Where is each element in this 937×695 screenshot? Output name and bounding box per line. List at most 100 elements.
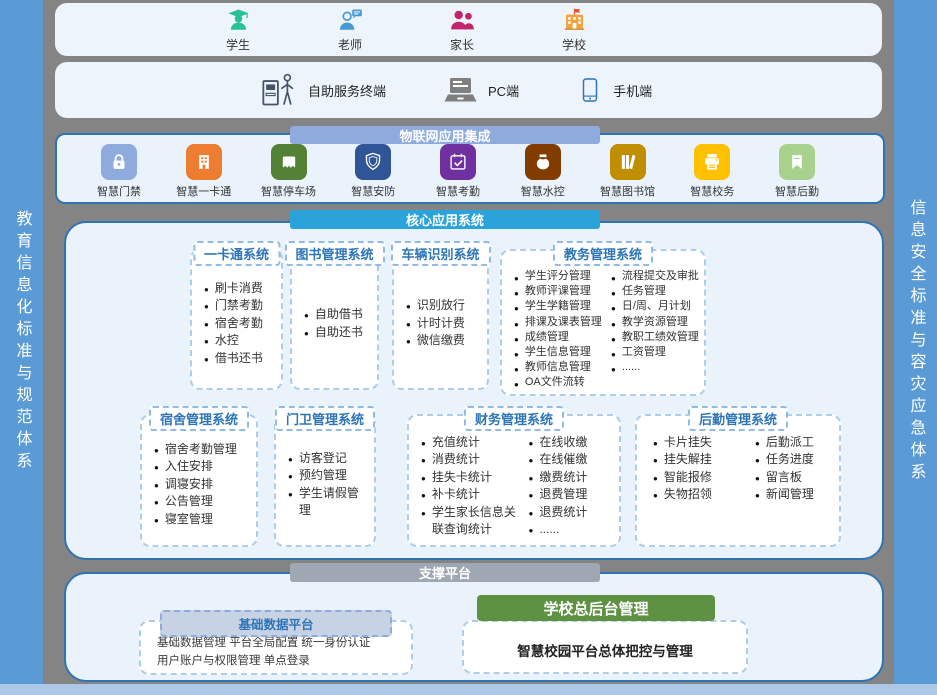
support-panel: 基础数据平台 基础数据管理 平台全局配置 统一身份认证 用户账户与权限管理 单点…	[64, 572, 884, 682]
iot-item-attendance: 智慧考勤	[428, 144, 488, 199]
list-item: 流程提交及审批	[611, 269, 700, 284]
list-item: 学生信息管理	[514, 345, 603, 360]
water-pot-icon	[532, 151, 554, 173]
list-item: 挂失卡统计	[421, 469, 520, 486]
academic-feature-list-left: 学生评分管理教师评课管理学生学籍管理排课及课表管理成绩管理学生信息管理教师信息管…	[514, 269, 603, 388]
list-item: 成绩管理	[514, 330, 603, 345]
iot-item-water: 智慧水控	[513, 144, 573, 199]
terminal-label: 手机端	[613, 81, 652, 100]
card-title: 门卫管理系统	[275, 406, 375, 431]
card-library-system: 图书管理系统 自助借书自助还书	[290, 249, 379, 390]
iot-item-onecard: 智慧一卡通	[174, 144, 234, 199]
list-item: 自助还书	[304, 324, 373, 341]
support-banner: 支撑平台	[290, 563, 600, 582]
user-label: 老师	[338, 36, 362, 53]
list-item: 教师信息管理	[514, 360, 603, 375]
iot-item-security: 智慧安防	[343, 144, 403, 199]
list-item: 失物招领	[653, 486, 733, 503]
bottom-strip	[0, 684, 937, 695]
base-platform-title: 基础数据平台	[160, 610, 392, 637]
card-finance-system: 财务管理系统 充值统计消费统计挂失卡统计补卡统计学生家长信息关联查询统计 在线收…	[407, 414, 621, 547]
card-title: 财务管理系统	[464, 406, 564, 431]
list-item: 学生评分管理	[514, 269, 603, 284]
admin-banner: 学校总后台管理	[477, 595, 715, 621]
smart-campus-architecture-diagram: 教育信息化标准与规范体系 信息安全标准与容灾应急体系 学生	[0, 0, 937, 695]
academic-feature-list-right: 流程提交及审批任务管理日/周、月计划教学资源管理教职工绩效管理工资管理.....…	[611, 269, 700, 388]
user-group-student: 学生	[207, 7, 269, 53]
list-item: 在线催缴	[528, 451, 615, 468]
finance-feature-list-left: 充值统计消费统计挂失卡统计补卡统计学生家长信息关联查询统计	[421, 434, 520, 539]
admin-platform-content: 智慧校园平台总体把控与管理	[464, 622, 746, 672]
iot-label: 智慧一卡通	[176, 183, 231, 199]
user-label: 学校	[562, 36, 586, 53]
list-item: 留言板	[755, 469, 835, 486]
list-item: 任务管理	[611, 284, 700, 299]
list-item: 调寝安排	[154, 476, 252, 493]
printer-icon	[701, 151, 723, 173]
card-title: 车辆识别系统	[390, 241, 490, 266]
list-item: 学生请假管理	[288, 485, 370, 520]
right-standard-bar: 信息安全标准与容灾应急体系	[894, 0, 937, 684]
list-item: 计时计费	[406, 315, 483, 332]
card-title: 宿舍管理系统	[149, 406, 249, 431]
iot-label: 智慧安防	[351, 183, 395, 199]
list-item: 宿舍考勤管理	[154, 441, 252, 458]
ribbon-icon	[786, 151, 808, 173]
card-title: 教务管理系统	[553, 241, 653, 266]
card-admin-platform: 智慧校园平台总体把控与管理	[462, 620, 748, 674]
iot-item-school-affairs: 智慧校务	[682, 144, 742, 199]
iot-item-parking: 智慧停车场	[259, 144, 319, 199]
card-title: 后勤管理系统	[688, 406, 788, 431]
list-item: 水控	[204, 332, 277, 349]
gate-feature-list: 访客登记预约管理学生请假管理	[288, 450, 370, 520]
list-item: 后勤派工	[755, 434, 835, 451]
user-label: 家长	[450, 36, 474, 53]
list-item: 任务进度	[755, 451, 835, 468]
teacher-icon	[337, 7, 364, 34]
books-icon	[617, 151, 639, 173]
iot-label: 智慧图书馆	[600, 183, 655, 199]
card-base-data-platform: 基础数据平台 基础数据管理 平台全局配置 统一身份认证 用户账户与权限管理 单点…	[139, 620, 413, 675]
base-platform-line2: 用户账户与权限管理 单点登录	[157, 652, 411, 670]
logistics-feature-list-right: 后勤派工任务进度留言板新闻管理	[755, 434, 835, 539]
card-title: 图书管理系统	[284, 241, 384, 266]
list-item: 新闻管理	[755, 486, 835, 503]
attendance-tile	[440, 144, 476, 180]
terminals-panel: 自助服务终端 PC端 手机端	[55, 62, 882, 118]
iot-item-logistics: 智慧后勤	[767, 144, 827, 199]
iot-banner: 物联网应用集成	[290, 126, 600, 144]
logistics-feature-list-left: 卡片挂失挂失解挂智能报修失物招领	[653, 434, 733, 539]
list-item: 退费管理	[528, 486, 615, 503]
list-item: 寝室管理	[154, 511, 252, 528]
core-panel: 一卡通系统 刷卡消费门禁考勤宿舍考勤水控借书还书 图书管理系统 自助借书自助还书…	[64, 221, 884, 560]
card-gate-system: 门卫管理系统 访客登记预约管理学生请假管理	[274, 414, 376, 547]
pc-icon	[444, 75, 478, 105]
right-standard-label: 信息安全标准与容灾应急体系	[904, 199, 928, 485]
iot-item-door-access: 智慧门禁	[89, 144, 149, 199]
list-item: 补卡统计	[421, 486, 520, 503]
list-item: 学生家长信息关联查询统计	[421, 504, 520, 539]
user-label: 学生	[226, 36, 250, 53]
list-item: 自助借书	[304, 306, 373, 323]
shield-icon	[362, 151, 384, 173]
kiosk-icon	[260, 72, 298, 108]
iot-label: 智慧考勤	[436, 183, 480, 199]
parents-icon	[449, 7, 476, 34]
vehicle-feature-list: 识别放行计时计费微信缴费	[406, 297, 483, 349]
list-item: 刷卡消费	[204, 280, 277, 297]
list-item: 公告管理	[154, 493, 252, 510]
card-dorm-system: 宿舍管理系统 宿舍考勤管理入住安排调寝安排公告管理寝室管理	[140, 414, 258, 547]
terminal-mobile: 手机端	[577, 74, 652, 106]
iot-label: 智慧后勤	[775, 183, 819, 199]
library-tile	[610, 144, 646, 180]
list-item: 退费统计	[528, 504, 615, 521]
user-group-teacher: 老师	[319, 7, 381, 53]
calendar-check-icon	[447, 151, 469, 173]
list-item: ......	[611, 360, 700, 375]
left-standard-bar: 教育信息化标准与规范体系	[0, 0, 43, 684]
card-title: 一卡通系统	[193, 241, 280, 266]
list-item: 学生学籍管理	[514, 299, 603, 314]
iot-label: 智慧门禁	[97, 183, 141, 199]
list-item: 访客登记	[288, 450, 370, 467]
list-item: 宿舍考勤	[204, 315, 277, 332]
